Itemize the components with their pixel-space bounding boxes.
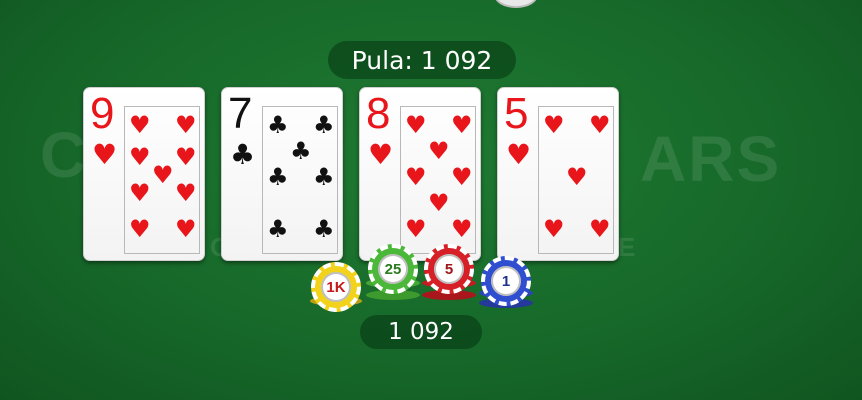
heart-icon: ♥ bbox=[543, 215, 565, 243]
card-pip-area: ♥ ♥ ♥ ♥ ♥ ♥ ♥ ♥ ♥ bbox=[124, 106, 200, 254]
heart-icon: ♥ bbox=[175, 179, 197, 207]
heart-icon: ♥ bbox=[405, 111, 427, 139]
club-icon: ♣ bbox=[267, 111, 289, 139]
card-pip-area: ♥ ♥ ♥ ♥ ♥ ♥ ♥ ♥ bbox=[400, 106, 476, 254]
chip-1: 1 bbox=[481, 256, 531, 306]
heart-icon: ♥ bbox=[129, 111, 151, 139]
heart-icon: ♥ bbox=[129, 179, 151, 207]
chip-value: 1K bbox=[321, 272, 351, 302]
board-card-4: 5 ♥ ♥ ♥ ♥ ♥ ♥ bbox=[497, 87, 619, 261]
heart-icon: ♥ bbox=[451, 163, 473, 191]
club-icon: ♣ bbox=[313, 111, 335, 139]
club-icon: ♣ bbox=[313, 215, 335, 243]
board-card-1: 9 ♥ ♥ ♥ ♥ ♥ ♥ ♥ ♥ ♥ ♥ bbox=[83, 87, 205, 261]
card-pip-area: ♥ ♥ ♥ ♥ ♥ bbox=[538, 106, 614, 254]
heart-icon: ♥ bbox=[589, 111, 611, 139]
chip-value: 5 bbox=[434, 254, 464, 284]
card-pip-area: ♣ ♣ ♣ ♣ ♣ ♣ ♣ bbox=[262, 106, 338, 254]
heart-icon: ♥ bbox=[152, 161, 174, 189]
card-rank: 5 bbox=[504, 89, 529, 138]
chip-25: 25 bbox=[368, 244, 418, 294]
card-rank: 7 bbox=[228, 89, 253, 138]
heart-icon: ♥ bbox=[175, 111, 197, 139]
heart-icon: ♥ bbox=[589, 215, 611, 243]
card-rank: 8 bbox=[366, 89, 391, 138]
heart-icon: ♥ bbox=[175, 143, 197, 171]
chip-1k: 1K bbox=[311, 262, 361, 312]
club-icon: ♣ bbox=[290, 137, 312, 165]
heart-icon: ♥ bbox=[428, 189, 450, 217]
heart-icon: ♥ bbox=[405, 215, 427, 243]
bet-amount: 1 092 bbox=[360, 315, 482, 349]
heart-icon: ♥ bbox=[368, 138, 394, 171]
board-card-3: 8 ♥ ♥ ♥ ♥ ♥ ♥ ♥ ♥ ♥ bbox=[359, 87, 481, 261]
card-rank: 9 bbox=[90, 89, 115, 138]
heart-icon: ♥ bbox=[506, 138, 532, 171]
chip-value: 25 bbox=[378, 254, 408, 284]
heart-icon: ♥ bbox=[92, 138, 118, 171]
heart-icon: ♥ bbox=[129, 215, 151, 243]
club-icon: ♣ bbox=[313, 163, 335, 191]
pot-label: Pula: 1 092 bbox=[328, 41, 516, 79]
chip-value: 1 bbox=[491, 266, 521, 296]
chip-5: 5 bbox=[424, 244, 474, 294]
heart-icon: ♥ bbox=[566, 163, 588, 191]
top-chip-edge bbox=[494, 0, 538, 8]
heart-icon: ♥ bbox=[451, 215, 473, 243]
heart-icon: ♥ bbox=[175, 215, 197, 243]
board-card-2: 7 ♣ ♣ ♣ ♣ ♣ ♣ ♣ ♣ bbox=[221, 87, 343, 261]
club-icon: ♣ bbox=[267, 215, 289, 243]
heart-icon: ♥ bbox=[129, 143, 151, 171]
club-icon: ♣ bbox=[267, 163, 289, 191]
heart-icon: ♥ bbox=[428, 137, 450, 165]
club-icon: ♣ bbox=[230, 138, 256, 171]
table-watermark-right: ARS bbox=[640, 123, 782, 195]
heart-icon: ♥ bbox=[451, 111, 473, 139]
heart-icon: ♥ bbox=[405, 163, 427, 191]
heart-icon: ♥ bbox=[543, 111, 565, 139]
